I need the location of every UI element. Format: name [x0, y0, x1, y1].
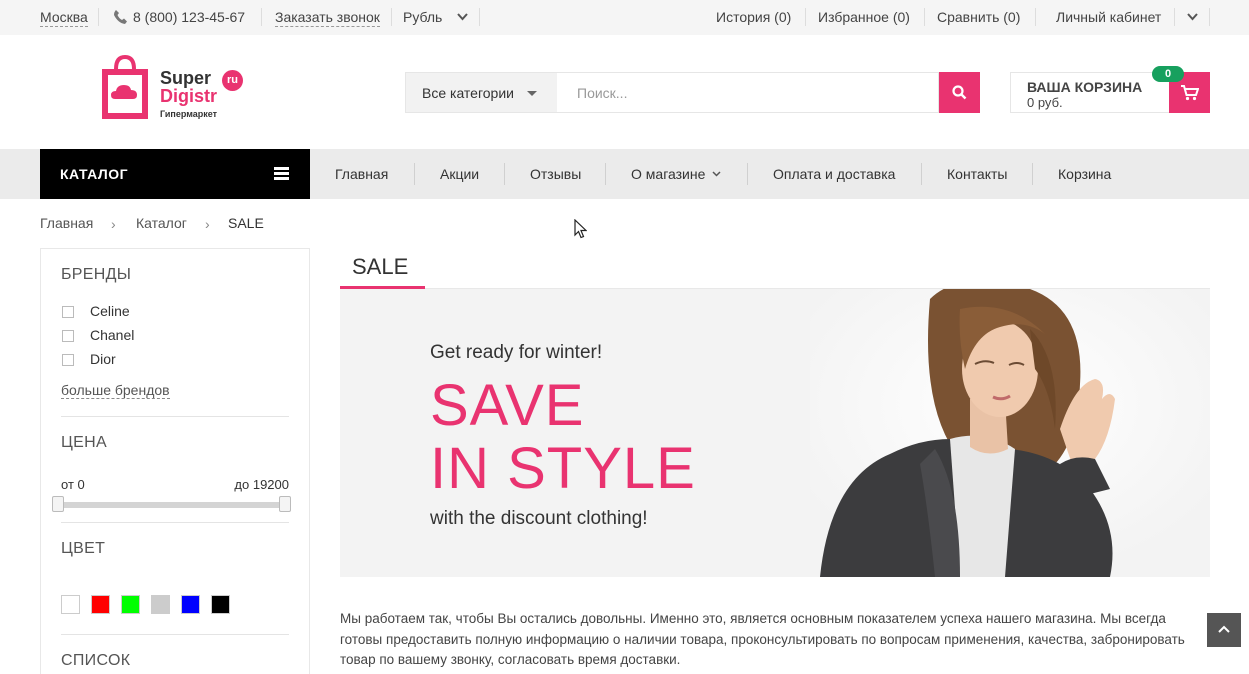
brand-checkbox[interactable]: [62, 330, 74, 342]
brand-label[interactable]: Dior: [90, 351, 116, 367]
nav-item-reviews[interactable]: Отзывы: [530, 166, 581, 182]
scroll-to-top-button[interactable]: [1207, 613, 1241, 647]
chevron-down-icon[interactable]: [457, 13, 468, 21]
site-logo[interactable]: Super Digistr Гипермаркет ru: [100, 55, 250, 121]
divider: [924, 8, 925, 26]
page-title-tab[interactable]: SALE: [352, 254, 408, 280]
divider: [391, 8, 392, 26]
divider: [805, 8, 806, 26]
search-button[interactable]: [939, 72, 980, 113]
logo-badge: ru: [222, 70, 243, 91]
chevron-up-icon: [1218, 625, 1230, 633]
divider: [479, 8, 480, 26]
search-input[interactable]: [557, 72, 939, 113]
cart-sum: 0 руб.: [1027, 95, 1063, 110]
list-filter-title: СПИСОК: [61, 652, 131, 669]
divider: [61, 522, 289, 523]
price-slider-min-handle[interactable]: [52, 496, 64, 512]
brand-checkbox[interactable]: [62, 354, 74, 366]
menu-icon: [274, 167, 289, 180]
divider: [1209, 8, 1210, 26]
color-swatch-green[interactable]: [121, 595, 140, 614]
breadcrumb-separator-icon: ›: [205, 216, 210, 232]
breadcrumb-home[interactable]: Главная: [40, 215, 93, 231]
cart-title: ВАША КОРЗИНА: [1027, 79, 1143, 95]
mouse-cursor-icon: [574, 219, 587, 239]
phone-number[interactable]: 8 (800) 123-45-67: [133, 9, 245, 25]
catalog-button[interactable]: КАТАЛОГ: [40, 149, 310, 199]
banner-headline-line1: SAVE: [430, 373, 585, 438]
color-swatch-blue[interactable]: [181, 595, 200, 614]
divider: [98, 8, 99, 26]
breadcrumb-catalog[interactable]: Каталог: [136, 215, 187, 231]
brands-filter-title: БРЕНДЫ: [61, 266, 132, 283]
search-icon: [952, 85, 967, 100]
logo-tagline: Гипермаркет: [160, 109, 218, 119]
logo-text-secondary: Digistr: [160, 86, 218, 106]
compare-link[interactable]: Сравнить (0): [937, 9, 1020, 25]
catalog-label: КАТАЛОГ: [60, 166, 129, 182]
price-to-label: до 19200: [234, 477, 289, 492]
banner-subtitle: Get ready for winter!: [430, 342, 603, 363]
price-filter-title: ЦЕНА: [61, 434, 107, 451]
caret-down-icon: [527, 91, 537, 96]
shopping-bag-icon: [102, 55, 148, 119]
filter-sidebar: БРЕНДЫ Celine Chanel Dior больше брендов…: [40, 248, 310, 674]
divider: [1174, 8, 1175, 26]
divider: [605, 163, 606, 185]
model-photo: [810, 289, 1210, 577]
cart-count-badge: 0: [1152, 66, 1184, 82]
divider: [61, 634, 289, 635]
callback-link[interactable]: Заказать звонок: [275, 9, 380, 27]
city-selector[interactable]: Москва: [40, 9, 88, 27]
banner-caption: with the discount clothing!: [430, 508, 648, 529]
price-slider-track[interactable]: [58, 502, 286, 508]
currency-selector[interactable]: Рубль: [403, 9, 442, 25]
banner-headline-line2: IN STYLE: [430, 436, 696, 501]
divider: [1032, 163, 1033, 185]
brand-checkbox[interactable]: [62, 306, 74, 318]
nav-item-home[interactable]: Главная: [335, 166, 388, 182]
nav-item-cart[interactable]: Корзина: [1058, 166, 1111, 182]
more-brands-link[interactable]: больше брендов: [61, 382, 170, 399]
nav-item-promotions[interactable]: Акции: [440, 166, 479, 182]
color-filter-title: ЦВЕТ: [61, 540, 106, 557]
color-swatch-gray[interactable]: [151, 595, 170, 614]
favorites-link[interactable]: Избранное (0): [818, 9, 910, 25]
search-category-label: Все категории: [422, 85, 514, 101]
divider: [504, 163, 505, 185]
top-bar: Москва 8 (800) 123-45-67 Заказать звонок…: [0, 0, 1249, 35]
divider: [61, 416, 289, 417]
nav-item-payment-delivery[interactable]: Оплата и доставка: [773, 166, 895, 182]
breadcrumb-separator-icon: ›: [111, 216, 116, 232]
color-swatch-red[interactable]: [91, 595, 110, 614]
nav-item-about[interactable]: О магазине: [631, 166, 705, 182]
store-description: Мы работаем так, чтобы Вы остались довол…: [340, 611, 1185, 667]
breadcrumb-current: SALE: [228, 215, 264, 231]
cart-icon: [1181, 85, 1199, 101]
divider: [747, 163, 748, 185]
account-link[interactable]: Личный кабинет: [1056, 9, 1161, 25]
divider: [1035, 8, 1036, 26]
brand-label[interactable]: Celine: [90, 303, 130, 319]
phone-icon: [114, 10, 127, 24]
history-link[interactable]: История (0): [716, 9, 791, 25]
divider: [921, 163, 922, 185]
divider: [414, 163, 415, 185]
price-slider-max-handle[interactable]: [279, 496, 291, 512]
sale-banner[interactable]: Get ready for winter! SAVE IN STYLE with…: [340, 289, 1210, 577]
nav-item-contacts[interactable]: Контакты: [947, 166, 1007, 182]
price-from-label: от 0: [61, 477, 85, 492]
color-swatch-black[interactable]: [211, 595, 230, 614]
divider: [261, 8, 262, 26]
chevron-down-icon[interactable]: [1187, 13, 1198, 21]
brand-label[interactable]: Chanel: [90, 327, 134, 343]
color-swatch-white[interactable]: [61, 595, 80, 614]
search-category-select[interactable]: Все категории: [405, 72, 558, 113]
chevron-down-icon[interactable]: [712, 171, 721, 177]
